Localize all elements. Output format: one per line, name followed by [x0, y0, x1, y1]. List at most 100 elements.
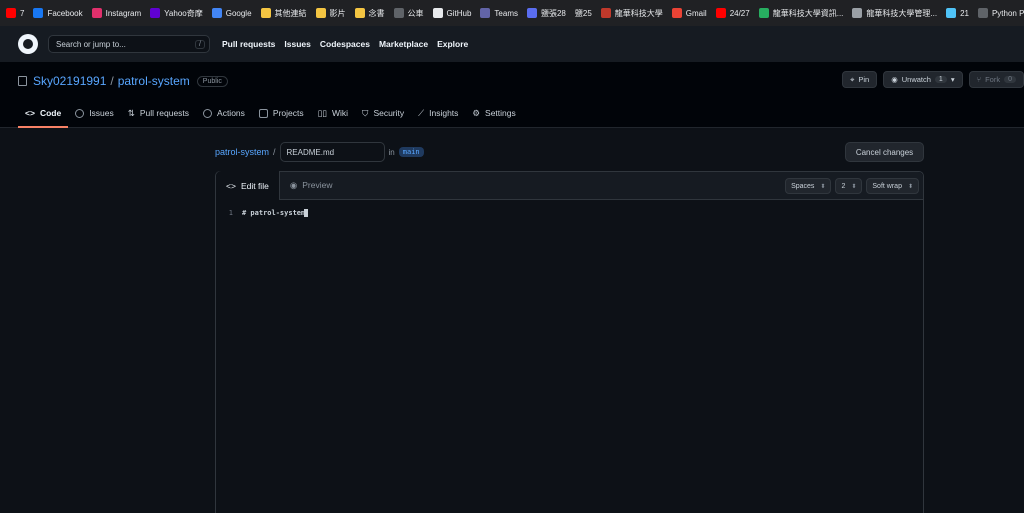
repo-actions: ⌖ Pin ◉ Unwatch 1 ▾ ⑂ Fork 0 [842, 71, 1024, 88]
bookmark-label: 龍華科技大學管理... [866, 8, 938, 18]
graph-icon: ⟋ [418, 107, 425, 118]
fork-label: Fork [985, 75, 1001, 84]
bookmark-item[interactable]: 鹽25 [575, 8, 592, 19]
bookmark-label: 龍華科技大學 [614, 8, 663, 18]
tab-label: Code [39, 108, 62, 118]
repo-name-link[interactable]: patrol-system [118, 74, 190, 88]
cancel-changes-button[interactable]: Cancel changes [845, 142, 924, 162]
bookmark-label: Facebook [47, 8, 83, 18]
edit-file-tab[interactable]: <> Edit file [216, 171, 280, 200]
file-path: patrol-system / README.md in main [215, 142, 424, 162]
preview-tab[interactable]: ◉ Preview [280, 171, 343, 199]
bookmark-item[interactable]: Gmail [671, 8, 707, 18]
bookmark-item[interactable]: Yahoo奇摩 [150, 8, 203, 19]
nav-explore[interactable]: Explore [437, 39, 468, 49]
bookmark-item[interactable]: Teams [480, 8, 518, 18]
tab-insights[interactable]: ⟋ Insights [411, 100, 465, 128]
bookmark-item[interactable]: 龍華科技大學管理... [852, 8, 937, 19]
repo-header: Sky02191991 / patrol-system Public ⌖ Pin… [0, 62, 1024, 128]
code-icon: <> [25, 108, 35, 118]
github-logo-icon[interactable] [18, 34, 38, 54]
tab-projects[interactable]: Projects [252, 100, 311, 128]
repo-icon [18, 76, 27, 86]
tab-label: Issues [89, 108, 114, 118]
fork-button[interactable]: ⑂ Fork 0 [968, 71, 1024, 88]
search-placeholder: Search or jump to... [56, 39, 126, 49]
pin-button[interactable]: ⌖ Pin [842, 71, 878, 88]
editor-options: Spaces ⬍ 2 ⬍ Soft wrap ⬍ [785, 178, 919, 194]
bookmark-item[interactable]: 龍華科技大學 [600, 8, 663, 19]
bookmark-item[interactable]: 鹽張28 [526, 8, 566, 19]
unwatch-label: Unwatch [901, 75, 931, 84]
bookmark-item[interactable]: 影片 [315, 8, 346, 19]
visibility-badge: Public [196, 75, 228, 87]
github-header: Search or jump to... / Pull requests Iss… [0, 26, 1024, 62]
wrap-mode-select[interactable]: Soft wrap ⬍ [866, 178, 919, 194]
nav-marketplace[interactable]: Marketplace [379, 39, 428, 49]
folder-icon [354, 8, 365, 18]
gmail-icon [671, 8, 682, 18]
code-icon: <> [226, 180, 236, 191]
pin-icon: ⌖ [850, 74, 855, 84]
bookmark-label: Gmail [685, 8, 707, 18]
code-line[interactable]: 1 # patrol-system [216, 209, 309, 217]
bookmark-item[interactable]: 24/27 [715, 8, 750, 18]
teams-icon [480, 8, 491, 18]
shield-icon: ⛉ [362, 107, 369, 118]
google-icon [211, 8, 222, 18]
school-icon [600, 8, 611, 18]
bookmark-label: 龍華科技大學資訊... [772, 8, 844, 18]
table-icon [258, 108, 268, 118]
chevron-down-icon: ⬍ [851, 183, 857, 190]
page-icon [852, 8, 863, 18]
search-shortcut-key: / [195, 39, 205, 49]
bookmark-item[interactable]: 龍華科技大學資訊... [758, 8, 844, 19]
bookmark-item[interactable]: Python PyQt5 QTh [977, 8, 1024, 18]
indent-mode-value: Spaces [791, 182, 815, 190]
bookmark-item[interactable]: 公車 [393, 8, 424, 19]
unwatch-button[interactable]: ◉ Unwatch 1 ▾ [883, 71, 963, 88]
issue-icon [75, 108, 85, 118]
bookmark-item[interactable]: Instagram [91, 8, 141, 18]
bookmark-item[interactable]: Google [211, 8, 252, 18]
bookmark-item[interactable]: 7 [6, 8, 24, 18]
tab-security[interactable]: ⛉ Security [355, 100, 411, 128]
repo-owner-link[interactable]: Sky02191991 [33, 74, 106, 88]
chevron-down-icon: ⬍ [907, 183, 913, 190]
folder-icon [260, 8, 271, 18]
path-separator: / [273, 147, 276, 157]
indent-size-value: 2 [841, 182, 846, 190]
app-icon [946, 8, 957, 18]
play-icon [203, 108, 213, 118]
bookmark-item[interactable]: 其他連結 [260, 8, 307, 19]
indent-mode-select[interactable]: Spaces ⬍ [785, 178, 832, 194]
tab-label: Wiki [331, 108, 349, 118]
bookmark-item[interactable]: 念書 [354, 8, 385, 19]
facebook-icon [33, 8, 44, 18]
bookmark-label: Teams [494, 8, 518, 18]
tab-issues[interactable]: Issues [68, 100, 121, 128]
bookmark-label: 影片 [329, 8, 346, 18]
tab-label: Settings [485, 108, 516, 118]
bookmark-item[interactable]: Facebook [33, 8, 83, 18]
nav-pull-requests[interactable]: Pull requests [222, 39, 275, 49]
file-editor: <> Edit file ◉ Preview Spaces ⬍ 2 ⬍ Soft w… [215, 171, 924, 513]
search-input[interactable]: Search or jump to... / [48, 35, 210, 53]
nav-issues[interactable]: Issues [284, 39, 310, 49]
tab-wiki[interactable]: ▯▯ Wiki [311, 100, 355, 128]
tab-pull-requests[interactable]: ⇅ Pull requests [121, 100, 196, 128]
bookmark-item[interactable]: 21 [946, 8, 969, 18]
tab-actions[interactable]: Actions [196, 100, 252, 128]
fork-icon: ⑂ [976, 75, 982, 84]
tab-settings[interactable]: ⚙ Settings [465, 100, 522, 128]
filename-input[interactable]: README.md [279, 142, 385, 162]
bookmark-label: 念書 [368, 8, 385, 18]
nav-codespaces[interactable]: Codespaces [320, 39, 370, 49]
tab-code[interactable]: <> Code [18, 100, 69, 128]
bookmark-item[interactable]: GitHub [432, 8, 471, 18]
bookmark-label: 24/27 [729, 8, 750, 18]
indent-size-select[interactable]: 2 ⬍ [835, 178, 863, 194]
branch-badge[interactable]: main [398, 147, 424, 157]
book-icon: ▯▯ [317, 107, 327, 118]
path-repo-link[interactable]: patrol-system [215, 147, 269, 157]
